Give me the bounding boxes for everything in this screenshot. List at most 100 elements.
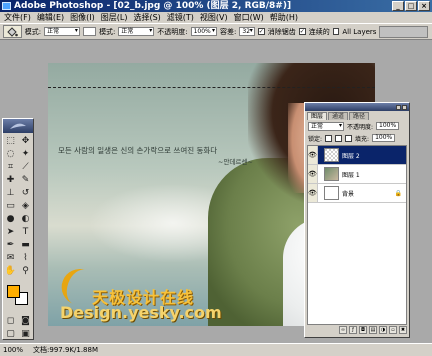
menu-filter[interactable]: 滤镜(T) [167,12,194,23]
standard-mode-icon[interactable]: ◻ [4,315,18,327]
new-set-icon[interactable]: ▤ [369,326,377,334]
notes-tool-icon[interactable]: ✉ [4,252,18,264]
layers-palette-footer: ∞ ƒ ◘ ▤ ◑ ▫ ✖ [307,325,407,335]
healing-brush-icon[interactable]: ✚ [4,174,18,186]
document-size-info[interactable]: 文档:997.9K/1.88M [33,345,98,355]
palette-close-icon[interactable] [402,104,407,110]
layer-style-icon[interactable]: ƒ [349,326,357,334]
status-bar: 100% 文档:997.9K/1.88M [0,343,432,356]
lasso-tool-icon[interactable]: ◌ [4,148,18,160]
contiguous-label: 连续的 [308,27,330,36]
history-brush-icon[interactable]: ↺ [19,187,33,199]
trash-icon[interactable]: ✖ [399,326,407,334]
visibility-eye-icon[interactable]: 👁 [308,165,318,183]
layer-row-layer2[interactable]: 👁 图层 2 [308,146,406,165]
menu-help[interactable]: 帮助(H) [270,12,298,23]
crop-tool-icon[interactable]: ⌗ [4,161,18,173]
tolerance-input[interactable]: 32 [239,27,255,36]
tool-grid: ⬚ ✥ ◌ ✦ ⌗ ⟋ ✚ ✎ ⊥ ↺ ▭ ◈ ● ◐ ➤ T ✒ ▬ ✉ ⌇ … [3,133,33,279]
quick-mask-icon[interactable]: ◙ [19,315,33,327]
fill-source-label: 模式: [24,27,42,36]
mode-label: 模式: [99,27,116,36]
fill-input[interactable]: 100% [372,134,396,142]
menu-edit[interactable]: 编辑(E) [37,12,64,23]
layer-mask-icon[interactable]: ◘ [359,326,367,334]
menu-window[interactable]: 窗口(W) [234,12,264,23]
clone-stamp-icon[interactable]: ⊥ [4,187,18,199]
brush-tool-icon[interactable]: ✎ [19,174,33,186]
selection-marquee[interactable] [48,87,375,88]
layer-thumbnail [324,186,339,200]
toolbox-header[interactable] [3,119,33,133]
tab-layers[interactable]: 图层 [307,112,328,120]
window-controls: _ □ × [392,1,430,11]
tool-preset-picker[interactable] [3,25,22,38]
menu-bar: 文件(F) 编辑(E) 图像(I) 图层(L) 选择(S) 滤镜(T) 视图(V… [0,12,432,23]
paint-bucket-icon [7,26,19,37]
contiguous-checkbox[interactable]: ✓ [298,28,306,35]
palette-well[interactable] [379,25,428,38]
layers-palette-titlebar[interactable] [305,103,409,111]
layer-blend-mode-select[interactable]: 正常 [308,121,344,131]
pattern-swatch[interactable] [82,27,97,36]
lock-row: 锁定: 填充: 100% [305,132,409,144]
menu-image[interactable]: 图像(I) [70,12,95,23]
tab-paths[interactable]: 路径 [349,112,370,120]
fullscreen-mode-icon[interactable]: ▣ [19,328,33,340]
dodge-tool-icon[interactable]: ◐ [19,213,33,225]
type-tool-icon[interactable]: T [19,226,33,238]
menu-view[interactable]: 视图(V) [200,12,228,23]
path-select-tool-icon[interactable]: ➤ [4,226,18,238]
tolerance-label: 容差: [220,27,237,36]
blur-tool-icon[interactable]: ● [4,213,18,225]
eyedropper-tool-icon[interactable]: ⌇ [19,252,33,264]
paint-bucket-tool-icon[interactable]: ◈ [19,200,33,212]
menu-layer[interactable]: 图层(L) [101,12,128,23]
hand-tool-icon[interactable]: ✋ [4,265,18,277]
foreground-color-swatch[interactable] [7,285,20,298]
visibility-eye-icon[interactable]: 👁 [308,146,318,164]
blend-mode-select[interactable]: 正常 [118,27,155,36]
antialias-label: 消除锯齿 [267,27,296,36]
opacity-input[interactable]: 100% [190,27,218,36]
slice-tool-icon[interactable]: ⟋ [19,161,33,173]
layer-thumbnail [324,148,339,162]
minimize-button[interactable]: _ [392,1,404,11]
close-button[interactable]: × [418,1,430,11]
tab-channels[interactable]: 通道 [328,112,349,120]
palette-minimize-icon[interactable] [396,104,401,110]
screen-mode-icon[interactable]: ▢ [4,328,18,340]
layer-row-background[interactable]: 👁 背景 🔒 [308,184,406,203]
visibility-eye-icon[interactable]: 👁 [308,184,318,202]
zoom-level[interactable]: 100% [3,346,23,354]
options-bar: 模式: 正常 模式: 正常 不透明度: 100% 容差: 32 ✓ 消除锯齿 ✓… [0,23,432,40]
korean-caption: 모든 사람의 일생은 신의 손가락으로 쓰여진 동화다 [58,146,218,155]
color-swatches [3,283,33,313]
lock-all-checkbox[interactable] [345,134,353,142]
adobe-feather-icon [10,123,26,129]
layer-opacity-input[interactable]: 100% [376,122,400,130]
all-layers-checkbox[interactable] [332,28,340,35]
lock-transparency-checkbox[interactable] [325,134,333,142]
lock-pixels-checkbox[interactable] [335,134,343,142]
marquee-tool-icon[interactable]: ⬚ [4,135,18,147]
maximize-button[interactable]: □ [405,1,417,11]
menu-select[interactable]: 选择(S) [133,12,160,23]
pen-tool-icon[interactable]: ✒ [4,239,18,251]
layer-row-layer1[interactable]: 👁 图层 1 [308,165,406,184]
shape-tool-icon[interactable]: ▬ [19,239,33,251]
zoom-tool-icon[interactable]: ⚲ [19,265,33,277]
antialias-checkbox[interactable]: ✓ [257,28,265,35]
magic-wand-tool-icon[interactable]: ✦ [19,148,33,160]
adjustment-layer-icon[interactable]: ◑ [379,326,387,334]
lock-label: 锁定: [308,135,323,143]
fill-source-select[interactable]: 正常 [44,27,80,36]
menu-file[interactable]: 文件(F) [4,12,31,23]
opacity-label: 不透明度: [157,27,188,36]
eraser-tool-icon[interactable]: ▭ [4,200,18,212]
photoshop-app-icon[interactable] [2,2,11,10]
link-layers-icon[interactable]: ∞ [339,326,347,334]
new-layer-icon[interactable]: ▫ [389,326,397,334]
move-tool-icon[interactable]: ✥ [19,135,33,147]
watermark-url: Design.yesky.com [60,303,222,322]
